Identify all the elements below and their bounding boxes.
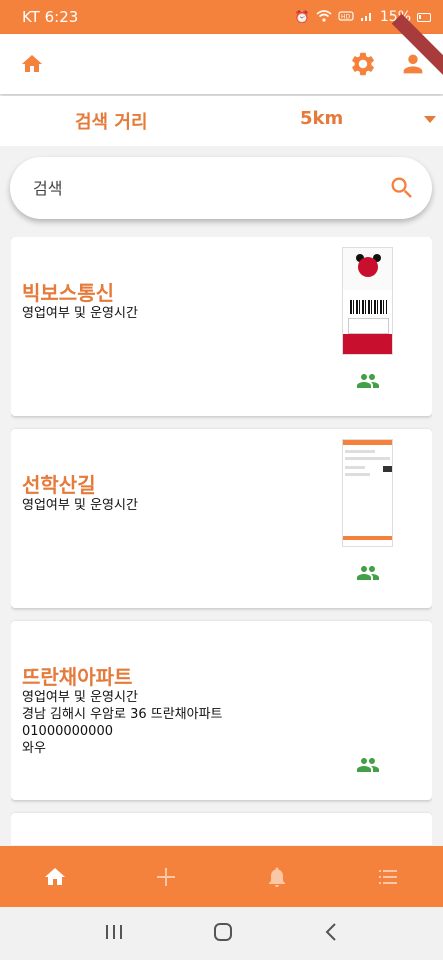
nav-add[interactable] [111, 846, 222, 907]
store-name: 뜨란채아파트 [22, 665, 133, 689]
settings-button[interactable] [347, 48, 379, 80]
carrier-time: KT 6:23 [22, 8, 79, 26]
bottom-nav [0, 846, 443, 907]
nav-home[interactable] [0, 846, 111, 907]
store-name: 선학산길 [22, 473, 96, 497]
screenshot-line [345, 473, 370, 476]
search-bar [10, 157, 432, 219]
distance-selector[interactable]: 검색 거리 5km [0, 96, 443, 146]
store-card[interactable]: 선학산길 영업여부 및 운영시간 [11, 429, 432, 608]
svg-text:HD: HD [341, 13, 351, 20]
nav-list[interactable] [332, 846, 443, 907]
screenshot-header [343, 440, 392, 445]
people-icon [357, 374, 379, 388]
screenshot-footer [343, 536, 392, 540]
add-icon [157, 867, 176, 886]
store-note: 와우 [22, 741, 46, 756]
list-icon [378, 869, 397, 884]
screenshot-thumb [383, 466, 392, 472]
store-detail: 영업여부 및 운영시간 [22, 690, 138, 705]
settings-icon [352, 52, 374, 76]
people-icon [357, 566, 379, 580]
status-bar: KT 6:23 ⏰ HD 15% [0, 0, 443, 34]
receipt-image[interactable] [342, 247, 393, 355]
store-address: 경남 김해시 우암로 36 뜨란채아파트 [22, 707, 223, 722]
receipt-ticket [348, 318, 389, 334]
home-system-button[interactable] [212, 921, 234, 947]
store-name: 빅보스통신 [22, 281, 114, 305]
receipt-footer [343, 334, 392, 354]
nav-notifications[interactable] [222, 846, 333, 907]
people-button[interactable] [356, 371, 380, 395]
store-info: 빅보스통신 영업여부 및 운영시간 [22, 281, 138, 322]
mickey-logo [358, 257, 378, 277]
recent-apps-button[interactable] [104, 923, 124, 945]
people-button[interactable] [356, 563, 380, 587]
store-card[interactable] [11, 813, 432, 845]
store-detail: 영업여부 및 운영시간 [22, 498, 138, 513]
home-icon [45, 867, 66, 885]
system-nav-bar [0, 907, 443, 960]
alarm-icon: ⏰ [294, 10, 310, 24]
distance-value[interactable]: 5km [300, 108, 343, 129]
search-icon [391, 177, 412, 198]
store-detail: 영업여부 및 운영시간 [22, 306, 138, 321]
app-screenshot-image[interactable] [342, 439, 393, 547]
recent-apps-icon [106, 924, 123, 939]
screenshot-line [345, 450, 375, 453]
back-icon [325, 922, 336, 941]
app-bar [0, 13, 443, 94]
battery-icon [417, 12, 431, 22]
people-icon [357, 758, 379, 772]
store-info: 뜨란채아파트 영업여부 및 운영시간 경남 김해시 우암로 36 뜨란채아파트 … [22, 665, 223, 757]
home-icon [22, 55, 42, 72]
search-button[interactable] [386, 172, 418, 204]
store-card[interactable]: 빅보스통신 영업여부 및 운영시간 [11, 237, 432, 416]
wifi-icon [316, 9, 332, 25]
barcode [350, 300, 387, 314]
screenshot-line [345, 466, 365, 469]
dropdown-arrow-icon[interactable] [424, 116, 436, 123]
people-button[interactable] [356, 755, 380, 779]
store-phone: 01000000000 [22, 724, 113, 739]
home-circle-icon [214, 922, 233, 941]
notifications-icon [268, 867, 285, 887]
signal-icon [360, 10, 374, 25]
store-card[interactable]: 뜨란채아파트 영업여부 및 운영시간 경남 김해시 우암로 36 뜨란채아파트 … [11, 621, 432, 800]
screenshot-line [345, 457, 390, 460]
home-button[interactable] [16, 48, 48, 80]
distance-label: 검색 거리 [75, 112, 148, 133]
search-input[interactable] [33, 178, 386, 198]
store-list: 빅보스통신 영업여부 및 운영시간 선학산길 영업여부 및 운영시간 뜨란채아파… [11, 237, 432, 845]
back-button[interactable] [323, 922, 339, 946]
volte-icon: HD [338, 10, 354, 25]
store-info: 선학산길 영업여부 및 운영시간 [22, 473, 138, 514]
